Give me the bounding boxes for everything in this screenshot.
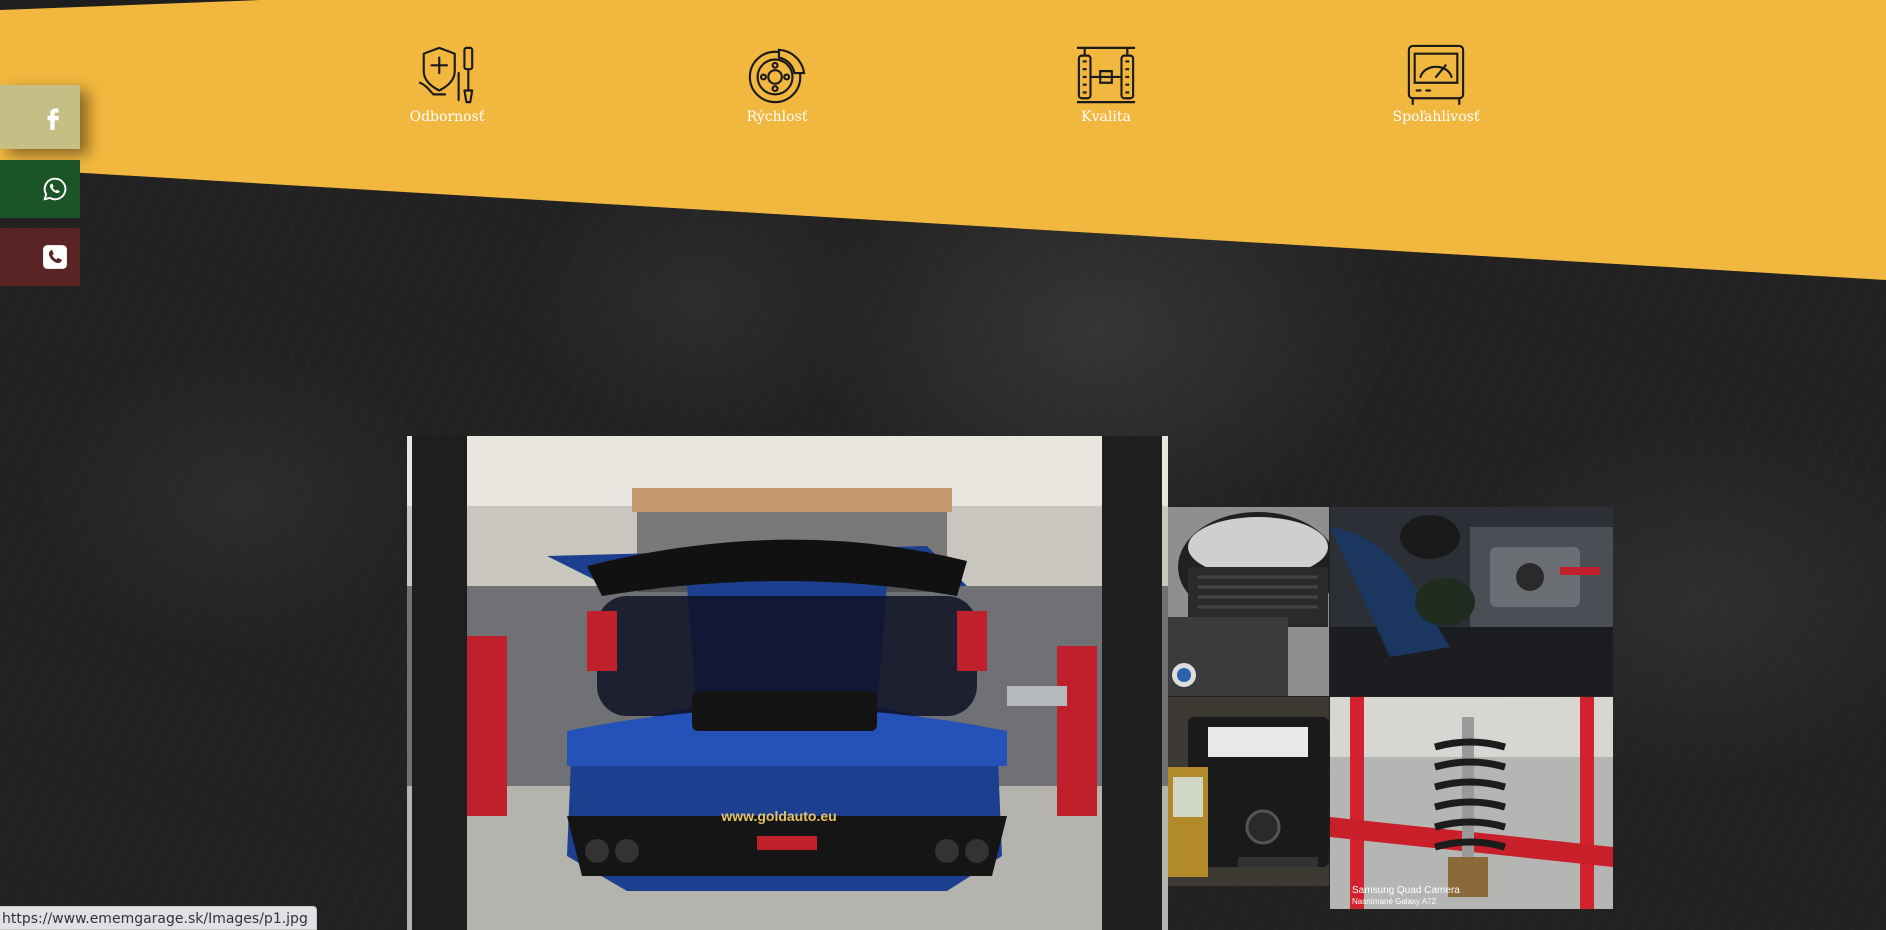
whatsapp-button[interactable] — [0, 160, 80, 218]
gallery-main-photo[interactable]: www.goldauto.eu — [407, 436, 1168, 930]
feature-kvalita[interactable]: Kvalita — [1036, 44, 1176, 125]
browser-status-url: https://www.ememgarage.sk/Images/p1.jpg — [0, 906, 317, 930]
facebook-button[interactable] — [0, 85, 80, 149]
features-row: Odbornosť Rýchlosť Kvalita Spoľahlivosť — [0, 44, 1886, 134]
feature-label: Spoľahlivosť — [1392, 109, 1480, 125]
axle-wheels-icon — [1076, 46, 1136, 104]
feature-label: Odbornosť — [409, 109, 485, 125]
feature-rychlost[interactable]: Rýchlosť — [707, 44, 847, 125]
facebook-icon — [47, 108, 59, 130]
feature-label: Rýchlosť — [746, 109, 808, 125]
phone-icon — [43, 245, 67, 269]
diagnostic-meter-icon — [1407, 44, 1465, 106]
feature-odbornost[interactable]: Odbornosť — [377, 44, 517, 125]
tools-shield-icon — [418, 46, 474, 104]
brake-disc-icon — [748, 48, 806, 104]
whatsapp-icon — [43, 177, 67, 201]
gallery-thumb-4[interactable]: Samsung Quad Camera Nasnímané Galaxy A72 — [1330, 697, 1613, 909]
feature-spolahlivost[interactable]: Spoľahlivosť — [1366, 44, 1506, 125]
feature-label: Kvalita — [1081, 109, 1131, 125]
thumb-caption-line1: Samsung Quad Camera — [1352, 885, 1460, 896]
plate-text: www.goldauto.eu — [720, 808, 836, 824]
gallery-thumb-1[interactable] — [1168, 507, 1329, 696]
gallery-thumb-2[interactable] — [1330, 507, 1613, 696]
phone-button[interactable] — [0, 228, 80, 286]
gallery-thumb-3[interactable] — [1168, 697, 1329, 886]
thumb-caption-line2: Nasnímané Galaxy A72 — [1352, 897, 1437, 906]
